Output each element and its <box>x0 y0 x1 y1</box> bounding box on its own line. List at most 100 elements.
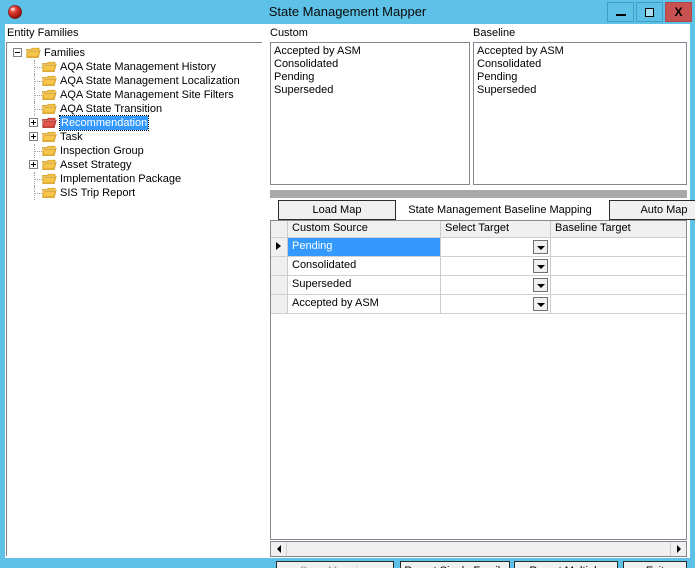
close-button[interactable]: X <box>665 2 692 22</box>
tree-expand-icon[interactable] <box>29 118 38 127</box>
row-selector-cell[interactable] <box>271 257 288 275</box>
cell-baseline-target[interactable] <box>551 238 686 256</box>
grid-header-rowselector <box>271 221 288 237</box>
maximize-button[interactable] <box>636 2 663 22</box>
window-title: State Management Mapper <box>268 4 427 19</box>
horizontal-splitter[interactable] <box>270 190 687 198</box>
list-item[interactable]: Consolidated <box>271 58 469 71</box>
cell-baseline-target[interactable] <box>551 276 686 294</box>
list-item[interactable]: Accepted by ASM <box>271 45 469 58</box>
revert-single-family-button[interactable]: Revert Single Family <box>400 561 510 568</box>
folder-icon-yellow <box>42 145 57 157</box>
list-item[interactable]: Accepted by ASM <box>474 45 686 58</box>
scroll-left-button[interactable] <box>271 542 287 556</box>
row-selector-cell[interactable] <box>271 238 288 256</box>
cell-select-target[interactable] <box>441 295 551 313</box>
current-row-icon <box>276 242 281 250</box>
minimize-icon <box>615 13 626 16</box>
tree-item[interactable]: Task <box>7 130 262 144</box>
tree-connector <box>34 151 42 152</box>
tree-item-label: AQA State Transition <box>60 103 163 115</box>
table-row[interactable]: Consolidated <box>271 257 686 276</box>
chevron-down-icon[interactable] <box>533 259 548 273</box>
folder-icon-yellow <box>42 131 57 143</box>
cell-baseline-target[interactable] <box>551 295 686 313</box>
cell-select-target[interactable] <box>441 257 551 275</box>
tree-item-label: Recommendation <box>58 115 150 131</box>
folder-icon-red <box>42 117 57 129</box>
cell-select-target[interactable] <box>441 276 551 294</box>
title-bar: State Management Mapper X <box>0 0 695 24</box>
tree-item[interactable]: Inspection Group <box>7 144 262 158</box>
list-item[interactable]: Superseded <box>474 84 686 97</box>
arrow-right-icon <box>676 545 681 553</box>
chevron-down-icon[interactable] <box>533 297 548 311</box>
scrollbar-track[interactable] <box>287 542 670 556</box>
tree-collapse-icon[interactable] <box>13 48 22 57</box>
mapping-grid[interactable]: Custom Source Select Target Baseline Tar… <box>270 220 687 540</box>
cell-baseline-target[interactable] <box>551 257 686 275</box>
tree-item-label: AQA State Management Localization <box>60 75 240 87</box>
tree-item[interactable]: Recommendation <box>7 115 262 131</box>
cell-custom-source[interactable]: Pending <box>288 238 441 256</box>
minimize-button[interactable] <box>607 2 634 22</box>
tree-item-label: AQA State Management Site Filters <box>60 89 234 101</box>
window-controls: X <box>607 2 692 22</box>
tree-item[interactable]: AQA State Transition <box>7 102 262 116</box>
chevron-down-icon[interactable] <box>533 240 548 254</box>
table-row[interactable]: Pending <box>271 238 686 257</box>
save-mapping-button[interactable]: Save Mapping <box>276 561 394 568</box>
cell-custom-source[interactable]: Consolidated <box>288 257 441 275</box>
mapping-title: State Management Baseline Mapping <box>390 201 610 220</box>
baseline-list-box[interactable]: Accepted by ASM Consolidated Pending Supers… <box>473 42 687 185</box>
folder-icon-yellow <box>42 61 57 73</box>
tree-item-label: SIS Trip Report <box>60 187 136 199</box>
tree-item[interactable]: AQA State Management Site Filters <box>7 88 262 102</box>
row-selector-cell[interactable] <box>271 276 288 294</box>
grid-horizontal-scrollbar[interactable] <box>270 541 687 557</box>
tree-item[interactable]: Implementation Package <box>7 172 262 186</box>
grid-header-row: Custom Source Select Target Baseline Tar… <box>271 221 686 238</box>
entity-families-tree[interactable]: Families AQA State Management History AQA … <box>6 42 262 556</box>
tree-connector <box>34 81 42 82</box>
tree-item-label: Asset Strategy <box>60 159 132 171</box>
table-row[interactable]: Superseded <box>271 276 686 295</box>
scroll-right-button[interactable] <box>670 542 686 556</box>
tree-item[interactable]: Families <box>7 46 262 60</box>
tree-expand-icon[interactable] <box>29 132 38 141</box>
tree-item[interactable]: Asset Strategy <box>7 158 262 172</box>
arrow-left-icon <box>276 545 281 553</box>
tree-connector <box>34 95 42 96</box>
list-item[interactable]: Superseded <box>271 84 469 97</box>
revert-multiple-button[interactable]: Revert Multiple <box>514 561 618 568</box>
entity-families-label: Entity Families <box>7 27 79 39</box>
folder-icon-yellow <box>42 75 57 87</box>
list-item[interactable]: Pending <box>474 71 686 84</box>
tree-expand-icon[interactable] <box>29 160 38 169</box>
table-row[interactable]: Accepted by ASM <box>271 295 686 314</box>
list-item[interactable]: Pending <box>271 71 469 84</box>
auto-map-button[interactable]: Auto Map <box>609 200 695 220</box>
tree-item[interactable]: AQA State Management History <box>7 60 262 74</box>
grid-header-custom-source[interactable]: Custom Source <box>288 221 441 237</box>
grid-header-baseline-target[interactable]: Baseline Target <box>551 221 686 237</box>
cell-custom-source[interactable]: Accepted by ASM <box>288 295 441 313</box>
folder-icon-yellow <box>42 187 57 199</box>
tree-connector <box>34 193 42 194</box>
tree-item[interactable]: SIS Trip Report <box>7 186 262 200</box>
row-selector-cell[interactable] <box>271 295 288 313</box>
custom-list-box[interactable]: Accepted by ASM Consolidated Pending Supers… <box>270 42 470 185</box>
grid-header-select-target[interactable]: Select Target <box>441 221 551 237</box>
cell-custom-source[interactable]: Superseded <box>288 276 441 294</box>
cell-select-target[interactable] <box>441 238 551 256</box>
client-area: Entity Families Families AQA State Manage… <box>5 24 695 568</box>
tree-item-label: Task <box>60 131 83 143</box>
folder-icon-yellow <box>42 159 57 171</box>
load-map-button[interactable]: Load Map <box>278 200 396 220</box>
chevron-down-icon[interactable] <box>533 278 548 292</box>
tree-item[interactable]: AQA State Management Localization <box>7 74 262 88</box>
list-item[interactable]: Consolidated <box>474 58 686 71</box>
folder-icon-yellow <box>26 47 41 59</box>
tree-connector <box>34 109 42 110</box>
exit-button[interactable]: Exit <box>623 561 687 568</box>
